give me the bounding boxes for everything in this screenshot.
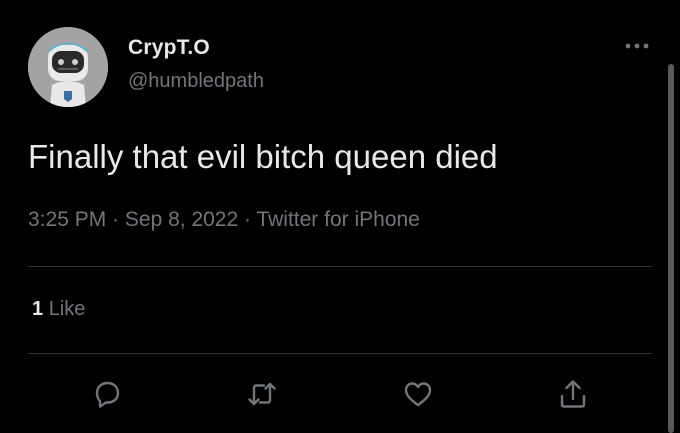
divider — [28, 266, 652, 267]
retweet-icon — [248, 382, 276, 406]
author-display-name[interactable]: CrypT.O — [128, 36, 210, 60]
robot-avatar-icon — [28, 27, 108, 107]
avatar[interactable] — [28, 27, 108, 107]
tweet-text: Finally that evil bitch queen died — [28, 138, 498, 175]
tweet-detail: CrypT.O @humbledpath Finally that evil b… — [0, 0, 680, 433]
reply-icon — [95, 381, 120, 408]
like-button[interactable] — [400, 376, 436, 412]
like-label: Like — [48, 298, 86, 320]
likes-link[interactable]: 1 Like — [32, 298, 85, 321]
share-icon — [560, 380, 586, 408]
meta-separator: · — [238, 208, 257, 231]
tweet-date[interactable]: Sep 8, 2022 — [125, 208, 238, 231]
scrollbar[interactable] — [668, 64, 674, 433]
more-options-button[interactable] — [622, 36, 652, 56]
divider — [28, 353, 652, 354]
like-count: 1 — [32, 298, 44, 320]
tweet-metadata: 3:25 PM · Sep 8, 2022 · Twitter for iPho… — [28, 208, 420, 232]
retweet-button[interactable] — [244, 376, 280, 412]
reply-button[interactable] — [89, 376, 125, 412]
author-handle[interactable]: @humbledpath — [128, 70, 264, 93]
share-button[interactable] — [555, 376, 591, 412]
tweet-source[interactable]: Twitter for iPhone — [256, 208, 419, 231]
meta-separator: · — [106, 208, 125, 231]
more-dots-icon — [625, 43, 649, 49]
heart-icon — [404, 382, 432, 407]
tweet-time[interactable]: 3:25 PM — [28, 208, 106, 231]
